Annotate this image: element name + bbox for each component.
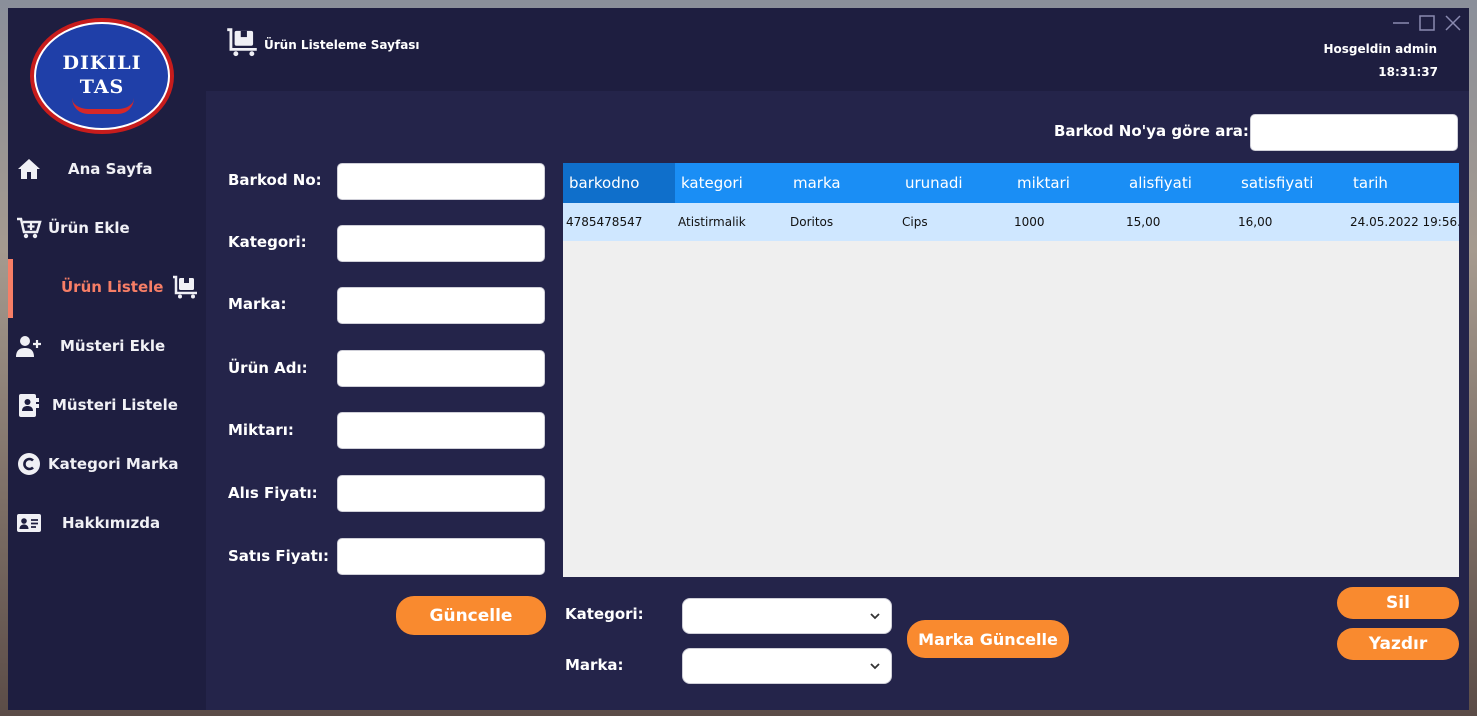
sidebar-item-musteri-listele[interactable]: Müsteri Listele [8, 377, 206, 436]
sidebar-item-hakkimizda[interactable]: Hakkımızda [8, 495, 206, 554]
address-book-icon [19, 394, 39, 417]
top-header: Ürün Listeleme Sayfası Hosgeldin admin 1… [206, 8, 1469, 91]
urun-adi-label: Ürün Adı: [228, 359, 308, 377]
table-cell: 1000 [1014, 215, 1045, 229]
sidebar-item-musteri-ekle[interactable]: Müsteri Ekle [8, 318, 206, 377]
kategori-label: Kategori: [228, 233, 307, 251]
barcode-search-input[interactable] [1250, 114, 1458, 151]
table-cell: Doritos [790, 215, 834, 229]
column-header-miktari[interactable]: miktari [1011, 163, 1123, 203]
marka-input[interactable] [337, 287, 545, 324]
welcome-text: Hosgeldin admin [1323, 42, 1437, 56]
table-cell: 4785478547 [566, 215, 643, 229]
column-header-barkodno[interactable]: barkodno [563, 163, 675, 203]
bottom-marka-label: Marka: [565, 656, 624, 674]
clock-time: 18:31:37 [1378, 65, 1438, 79]
sidebar: DIKILI TAS Ana Sayfa Ürün Ekle Ürün List… [8, 8, 206, 710]
table-cell: 15,00 [1126, 215, 1161, 229]
sidebar-item-label: Ürün Ekle [48, 219, 130, 237]
cart-flatbed-icon [227, 28, 257, 57]
logo-smile [72, 98, 134, 114]
barkod-label: Barkod No: [228, 171, 322, 189]
search-label: Barkod No'ya göre ara: [1054, 122, 1249, 140]
column-header-alisfiyati[interactable]: alisfiyati [1123, 163, 1235, 203]
close-icon[interactable] [1442, 12, 1464, 34]
sidebar-item-kategori-marka[interactable]: Kategori Marka [8, 436, 206, 495]
cart-flatbed-icon [173, 275, 197, 299]
table-cell: Atistirmalik [678, 215, 746, 229]
urun-adi-input[interactable] [337, 350, 545, 387]
home-icon [18, 159, 40, 179]
sidebar-item-label: Müsteri Ekle [60, 337, 166, 355]
cart-plus-icon [17, 217, 42, 239]
column-header-kategori[interactable]: kategori [675, 163, 787, 203]
logo-text-line1: DIKILI [62, 52, 142, 74]
app-window: DIKILI TAS Ana Sayfa Ürün Ekle Ürün List… [8, 8, 1469, 710]
page-title: Ürün Listeleme Sayfası [264, 38, 420, 52]
table-cell: 24.05.2022 19:56... [1350, 215, 1459, 229]
copyright-icon [18, 453, 40, 475]
sidebar-item-label: Hakkımızda [62, 514, 161, 532]
bottom-kategori-label: Kategori: [565, 605, 644, 623]
delete-button[interactable]: Sil [1337, 587, 1459, 619]
sidebar-item-urun-listele[interactable]: Ürün Listele [8, 259, 206, 318]
active-indicator [8, 259, 13, 318]
satis-fiyati-input[interactable] [337, 538, 545, 575]
sidebar-item-label: Müsteri Listele [52, 396, 178, 414]
product-grid[interactable]: barkodno kategori marka urunadi miktari … [563, 163, 1459, 577]
column-header-tarih[interactable]: tarih [1347, 163, 1459, 203]
brand-logo: DIKILI TAS [30, 18, 174, 134]
satis-fiyati-label: Satıs Fiyatı: [228, 547, 329, 565]
user-plus-icon [16, 336, 41, 357]
kategori-select[interactable] [682, 598, 892, 634]
table-cell: 16,00 [1238, 215, 1273, 229]
sidebar-item-label: Kategori Marka [48, 455, 179, 473]
miktar-input[interactable] [337, 412, 545, 449]
sidebar-item-label: Ana Sayfa [68, 160, 153, 178]
id-card-icon [17, 514, 41, 532]
logo-text-line2: TAS [79, 76, 125, 98]
sidebar-item-ana-sayfa[interactable]: Ana Sayfa [8, 141, 206, 200]
sidebar-item-urun-ekle[interactable]: Ürün Ekle [8, 200, 206, 259]
minimize-icon[interactable] [1390, 12, 1412, 34]
print-button[interactable]: Yazdır [1337, 628, 1459, 660]
barkod-input[interactable] [337, 163, 545, 200]
kategori-input[interactable] [337, 225, 545, 262]
alis-fiyati-label: Alıs Fiyatı: [228, 484, 318, 502]
alis-fiyati-input[interactable] [337, 475, 545, 512]
sidebar-item-label: Ürün Listele [61, 278, 164, 296]
chevron-down-icon [870, 613, 880, 620]
table-row[interactable]: 4785478547 Atistirmalik Doritos Cips 100… [563, 203, 1459, 241]
column-header-marka[interactable]: marka [787, 163, 899, 203]
column-header-urunadi[interactable]: urunadi [899, 163, 1011, 203]
miktar-label: Miktarı: [228, 421, 294, 439]
brand-update-button[interactable]: Marka Güncelle [907, 620, 1069, 658]
column-header-satisfiyati[interactable]: satisfiyati [1235, 163, 1347, 203]
marka-select[interactable] [682, 648, 892, 684]
chevron-down-icon [870, 663, 880, 670]
table-cell: Cips [902, 215, 928, 229]
update-button[interactable]: Güncelle [396, 596, 546, 635]
grid-header: barkodno kategori marka urunadi miktari … [563, 163, 1459, 203]
marka-label: Marka: [228, 295, 287, 313]
maximize-icon[interactable] [1416, 12, 1438, 34]
